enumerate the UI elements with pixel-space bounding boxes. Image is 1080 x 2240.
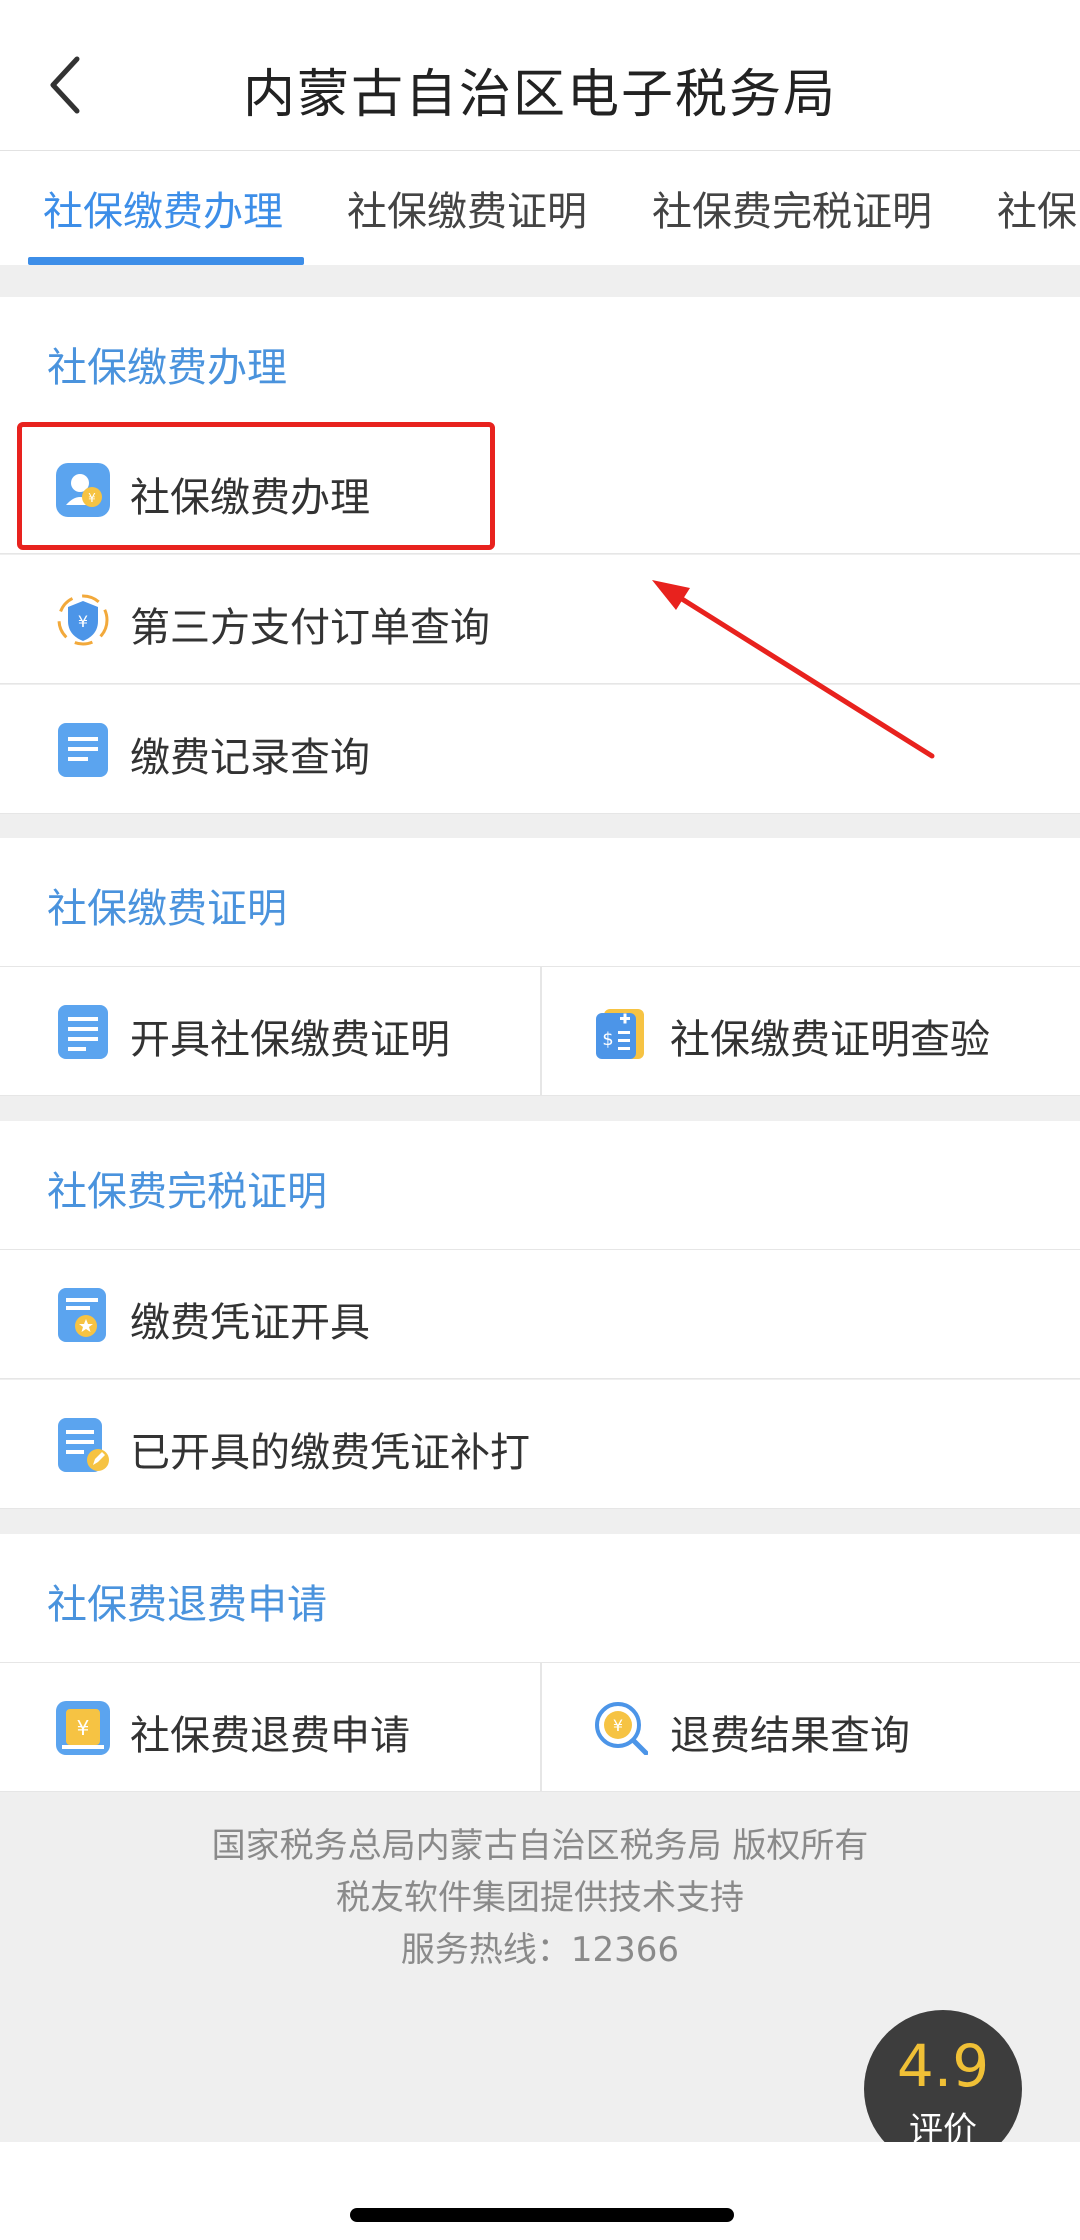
- home-indicator[interactable]: [350, 2208, 734, 2222]
- svg-text:¥: ¥: [77, 1716, 90, 1740]
- tech-support-text: 税友软件集团提供技术支持: [336, 1878, 744, 1918]
- section-header: 社保费完税证明: [0, 1121, 1080, 1250]
- menu-item-refund-result[interactable]: ¥ 退费结果查询: [540, 1663, 1080, 1792]
- menu-item-reprint-voucher[interactable]: 已开具的缴费凭证补打: [0, 1380, 1080, 1509]
- section-title: 社保费退费申请: [47, 1582, 327, 1628]
- document-edit-icon: [58, 1418, 109, 1472]
- menu-item-label: 已开具的缴费凭证补打: [130, 1430, 530, 1476]
- section-title: 社保费完税证明: [47, 1169, 327, 1215]
- bottom-safe-area: [0, 2142, 1080, 2240]
- search-yuan-icon: ¥: [595, 1702, 648, 1755]
- receipt-plus-icon: $: [596, 1009, 644, 1059]
- menu-item-issue-voucher[interactable]: 缴费凭证开具: [0, 1250, 1080, 1379]
- menu-item-label: 社保费退费申请: [130, 1713, 410, 1759]
- menu-item-label: 缴费凭证开具: [130, 1300, 370, 1346]
- menu-item-label: 开具社保缴费证明: [130, 1017, 450, 1063]
- rating-score: 4.9: [896, 2032, 990, 2100]
- menu-item-label: 社保缴费证明查验: [670, 1017, 990, 1063]
- annotation-arrow: [652, 580, 935, 759]
- certificate-star-icon: [58, 1288, 106, 1342]
- menu-item-verify-proof[interactable]: $ 社保缴费证明查验: [540, 967, 1080, 1096]
- document-list-icon: [58, 1005, 108, 1059]
- hotline-text: 服务热线：12366: [400, 1930, 680, 1970]
- menu-item-refund-apply[interactable]: ¥ 社保费退费申请: [0, 1663, 540, 1792]
- menu-item-issue-proof[interactable]: 开具社保缴费证明: [0, 967, 540, 1096]
- svg-text:$: $: [602, 1029, 613, 1050]
- svg-text:¥: ¥: [613, 1716, 623, 1735]
- section-header: 社保缴费证明: [0, 838, 1080, 967]
- section-title: 社保缴费证明: [47, 886, 287, 932]
- yuan-box-icon: ¥: [56, 1701, 110, 1755]
- section-header: 社保费退费申请: [0, 1534, 1080, 1663]
- copyright-text: 国家税务总局内蒙古自治区税务局 版权所有: [211, 1826, 869, 1866]
- menu-item-label: 退费结果查询: [670, 1713, 910, 1759]
